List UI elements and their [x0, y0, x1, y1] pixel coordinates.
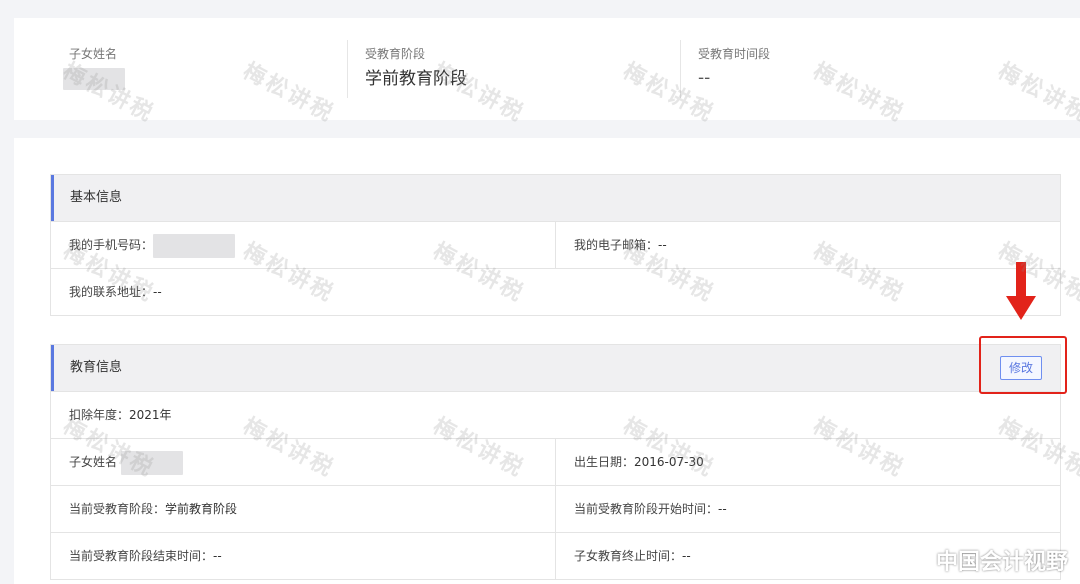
summary-edu-period-label: 受教育时间段	[698, 47, 771, 61]
email-value: --	[658, 238, 667, 252]
weibo-logo-icon	[892, 547, 930, 575]
summary-edu-stage: 受教育阶段 学前教育阶段	[347, 40, 680, 98]
child-name-cell: 子女姓名	[51, 439, 555, 485]
address-label: 我的联系地址：	[69, 285, 154, 299]
address-cell: 我的联系地址：--	[51, 269, 1060, 315]
deduction-year-cell: 扣除年度：2021年	[51, 392, 1060, 438]
child-name-label: 子女姓名	[69, 455, 118, 469]
stage-start-label: 当前受教育阶段开始时间：	[574, 502, 719, 516]
summary-edu-period-value: --	[698, 68, 711, 88]
masked-child-name-detail	[120, 450, 183, 475]
edu-info-header: 教育信息 修改	[51, 345, 1060, 391]
summary-edu-stage-value: 学前教育阶段	[365, 69, 467, 89]
email-label: 我的电子邮箱：	[574, 238, 659, 252]
stage-start-value: --	[718, 502, 727, 516]
basic-info-header: 基本信息	[51, 175, 1060, 221]
edu-info-row: 当前受教育阶段：学前教育阶段 当前受教育阶段开始时间：--	[51, 485, 1060, 532]
basic-info-row: 我的联系地址：--	[51, 268, 1060, 315]
birth-date-label: 出生日期：	[574, 455, 635, 469]
summary-edu-period: 受教育时间段 --	[680, 40, 1013, 98]
stage-end-cell: 当前受教育阶段结束时间：--	[51, 533, 555, 579]
edit-highlight-box	[979, 336, 1067, 394]
edu-info-row: 扣除年度：2021年	[51, 391, 1060, 438]
birth-date-cell: 出生日期：2016-07-30	[555, 439, 1060, 485]
child-summary-card: 子女姓名 受教育阶段 学前教育阶段 受教育时间段 --	[14, 18, 1080, 120]
birth-date-value: 2016-07-30	[634, 455, 704, 469]
edu-end-value: --	[682, 549, 691, 563]
brand-text: 中国会计视野	[935, 550, 1068, 575]
stage-end-label: 当前受教育阶段结束时间：	[69, 549, 214, 563]
detail-card: 基本信息 我的手机号码： 我的电子邮箱：-- 我的联系地址：-- 教育信息 修改…	[14, 138, 1080, 584]
basic-info-row: 我的手机号码： 我的电子邮箱：--	[51, 221, 1060, 268]
basic-info-section: 基本信息 我的手机号码： 我的电子邮箱：-- 我的联系地址：--	[50, 174, 1061, 316]
current-stage-cell: 当前受教育阶段：学前教育阶段	[51, 486, 555, 532]
stage-start-cell: 当前受教育阶段开始时间：--	[555, 486, 1060, 532]
address-value: --	[153, 285, 162, 299]
stage-end-value: --	[213, 549, 222, 563]
summary-child-name-label: 子女姓名	[69, 47, 118, 61]
current-stage-value: 学前教育阶段	[165, 502, 238, 516]
edu-end-label: 子女教育终止时间：	[574, 549, 683, 563]
summary-edu-stage-label: 受教育阶段	[365, 47, 426, 61]
email-cell: 我的电子邮箱：--	[555, 222, 1060, 268]
phone-label: 我的手机号码：	[69, 238, 154, 252]
masked-child-name	[63, 68, 125, 90]
deduction-year-label: 扣除年度：	[69, 408, 130, 422]
edu-info-title: 教育信息	[70, 360, 123, 375]
masked-phone	[153, 233, 236, 258]
current-stage-label: 当前受教育阶段：	[69, 502, 166, 516]
edu-info-row: 子女姓名 出生日期：2016-07-30	[51, 438, 1060, 485]
deduction-year-value: 2021年	[129, 408, 172, 422]
phone-cell: 我的手机号码：	[51, 222, 555, 268]
brand-overlay: 中国会计视野	[892, 544, 1068, 576]
red-arrow-down-icon	[1006, 262, 1036, 320]
summary-child-name: 子女姓名	[14, 18, 347, 120]
